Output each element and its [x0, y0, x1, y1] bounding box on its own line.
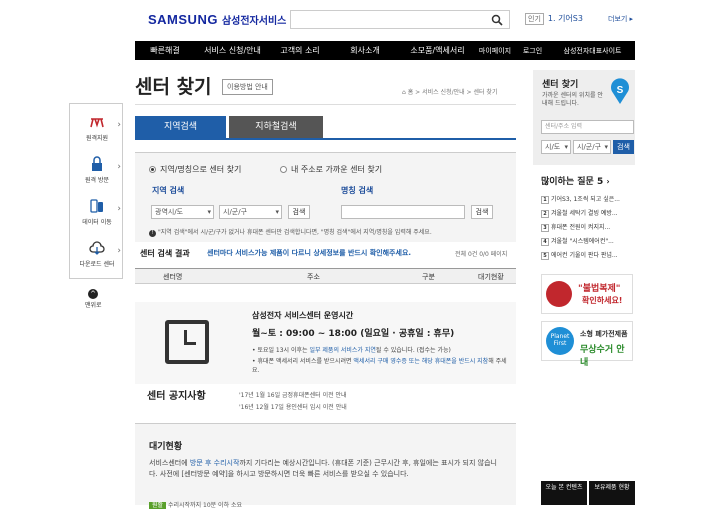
breadcrumb: ⌂ 홈 > 서비스 신청/안내 > 센터 찾기 — [402, 89, 498, 96]
hours-time: 월~토 : 09:00 ~ 18:00 (일요일 · 공휴일 : 휴무) — [252, 329, 455, 339]
right-district-select[interactable]: 시/군/구 — [573, 140, 611, 154]
info-icon: ! — [149, 230, 156, 237]
hours-bullet-2: • 휴대폰 액세서리 서비스를 받으시려면 액세서리 구매 영수증 또는 해당 … — [252, 358, 507, 374]
district-select[interactable]: 시/군/구 — [219, 205, 282, 219]
hours-bullet-1: • 토요일 13시 이후는 일부 제품의 서비스가 지연될 수 있습니다. (접… — [252, 347, 451, 354]
banner-anti-piracy[interactable]: "불법복제" 확인하세요! — [541, 274, 633, 314]
name-search-input[interactable] — [341, 205, 465, 219]
global-search-input[interactable] — [290, 10, 510, 29]
recent-content-button[interactable]: 오늘 본 컨텐츠 — [541, 481, 587, 505]
lock-icon — [92, 156, 102, 171]
faq-item[interactable]: 1 기어S3, 1조씩 되고 싶은... — [541, 194, 631, 204]
results-label: 센터 검색 결과 — [140, 249, 190, 258]
right-center-input[interactable]: 센터/주소 입력 — [541, 120, 634, 134]
nav-item-quick-fix[interactable]: 빠른해결 — [135, 45, 195, 56]
search-panel: 지역/명칭으로 센터 찾기 내 주소로 가까운 센터 찾기 지역 검색 명칭 검… — [135, 152, 516, 242]
nav-item-customer-voice[interactable]: 고객의 소리 — [270, 45, 330, 56]
search-help-text: ! "지역 검색"에서 시/군/구가 없거나 휴대폰 센터만 검색합니다면, "명… — [149, 227, 509, 237]
nav-item-company[interactable]: 회사소개 — [330, 45, 400, 56]
status-badge: 원활 — [149, 502, 167, 509]
popular-keyword[interactable]: 인기 1. 기어S3 — [525, 13, 583, 25]
page-title: 센터 찾기 — [135, 76, 212, 98]
tab-region-search[interactable]: 지역검색 — [135, 116, 226, 138]
right-desc: 가까운 센터의 위치를 안내해 드립니다. — [542, 92, 603, 107]
radio-my-address[interactable]: 내 주소로 가까운 센터 찾기 — [280, 164, 382, 175]
clock-icon — [165, 320, 209, 364]
more-link[interactable]: 더보기 ▸ — [608, 14, 633, 24]
radio-region-name[interactable]: 지역/명칭으로 센터 찾기 — [149, 164, 241, 175]
col-type: 구분 — [422, 273, 435, 281]
quick-item-remote-visit[interactable]: 원격 방문 › — [70, 156, 124, 184]
samsung-logo[interactable]: SAMSUNG 삼성전자서비스 — [148, 12, 286, 27]
nav-item-mypage[interactable]: 마이페이지 — [475, 46, 515, 56]
scroll-top-label[interactable]: 맨위로 — [85, 300, 102, 309]
map-pin-icon: S — [610, 78, 630, 104]
faq-item[interactable]: 4 겨울철 "시스템에어컨"... — [541, 236, 631, 246]
results-notice: 센터마다 서비스가능 제품이 다르니 상세정보를 반드시 확인해주세요. — [207, 249, 412, 257]
stop-icon — [546, 281, 572, 307]
right-city-select[interactable]: 시/도 — [541, 140, 571, 154]
radio-icon-checked — [149, 166, 156, 173]
col-address: 주소 — [307, 273, 320, 281]
col-center-name: 센터명 — [163, 273, 183, 281]
right-center-search: 센터 찾기 가까운 센터의 위치를 안내해 드립니다. S 센터/주소 입력 시… — [533, 70, 635, 165]
results-count: 전체 0건 0/0 페이지 — [455, 251, 508, 258]
center-notice-item[interactable]: '16년 12월 17일 용인센터 임시 이전 안내 — [239, 402, 347, 411]
name-search-button[interactable]: 검색 — [471, 205, 493, 219]
name-search-label: 명칭 검색 — [341, 186, 374, 195]
right-search-button[interactable]: 검색 — [613, 140, 634, 154]
planet-first-logo: Planet First — [546, 327, 574, 355]
left-quick-menu: 원격지원 › 원격 방문 › 데이터 이동 › 다운로드 센터 › — [69, 103, 123, 279]
search-icon[interactable] — [491, 14, 503, 26]
quick-item-remote-support[interactable]: 원격지원 › — [70, 114, 124, 142]
nav-item-samsung-site[interactable]: 삼성전자대표사이트 — [550, 46, 635, 56]
nav-item-login[interactable]: 로그인 — [515, 46, 550, 56]
quick-item-data-transfer[interactable]: 데이터 이동 › — [70, 198, 124, 226]
wait-description: 서비스센터에 방문 후 수리시작까지 기다리는 예상시간입니다. (휴대폰 기준… — [149, 459, 497, 478]
phone-transfer-icon — [90, 199, 103, 213]
remote-support-icon — [90, 118, 104, 128]
city-select[interactable]: 광역시/도 — [151, 205, 214, 219]
banner-planet-first[interactable]: Planet First 소형 폐가전제품 무상수거 안내 — [541, 321, 633, 368]
hours-title: 삼성전자 서비스센터 운영시간 — [252, 311, 354, 320]
center-notice-item[interactable]: '17년 1월 16일 금정휴대폰센터 이전 안내 — [239, 390, 347, 399]
main-nav: 빠른해결 서비스 신청/안내 고객의 소리 회사소개 소모품/액세서리 마이페이… — [135, 41, 635, 60]
quick-item-download-center[interactable]: 다운로드 센터 › — [70, 240, 124, 268]
faq-item[interactable]: 2 겨울철 세탁기 결빙 예방... — [541, 208, 631, 218]
region-search-button[interactable]: 검색 — [288, 205, 310, 219]
wait-status-panel: 대기현황 서비스센터에 방문 후 수리시작까지 기다리는 예상시간입니다. (휴… — [135, 423, 516, 509]
cloud-download-icon — [89, 241, 105, 255]
nav-item-service-request[interactable]: 서비스 신청/안내 — [195, 45, 270, 56]
faq-title: 많이하는 질문 5 › — [541, 177, 610, 187]
faq-item[interactable]: 5 에어컨 기울이 판다 판넘... — [541, 250, 631, 260]
col-wait-status: 대기현황 — [478, 273, 504, 281]
wait-title: 대기현황 — [149, 442, 183, 452]
scroll-top-icon[interactable]: ^ — [88, 289, 98, 299]
tab-subway-search[interactable]: 지하철검색 — [229, 116, 323, 138]
radio-icon — [280, 166, 287, 173]
results-table-header: 센터명 주소 구분 대기현황 — [135, 268, 516, 284]
region-search-label: 지역 검색 — [152, 186, 185, 195]
faq-item[interactable]: 3 휴대폰 전원이 켜지지... — [541, 222, 631, 232]
svg-text:S: S — [617, 85, 624, 96]
tab-underline — [135, 138, 516, 140]
right-title: 센터 찾기 — [542, 80, 579, 90]
owned-products-button[interactable]: 보유제품 현황 — [589, 481, 635, 505]
nav-item-accessories[interactable]: 소모품/액세서리 — [400, 45, 475, 56]
divider — [135, 104, 516, 105]
center-notice-title: 센터 공지사항 — [147, 391, 206, 402]
how-to-use-button[interactable]: 이용방법 안내 — [222, 79, 273, 95]
